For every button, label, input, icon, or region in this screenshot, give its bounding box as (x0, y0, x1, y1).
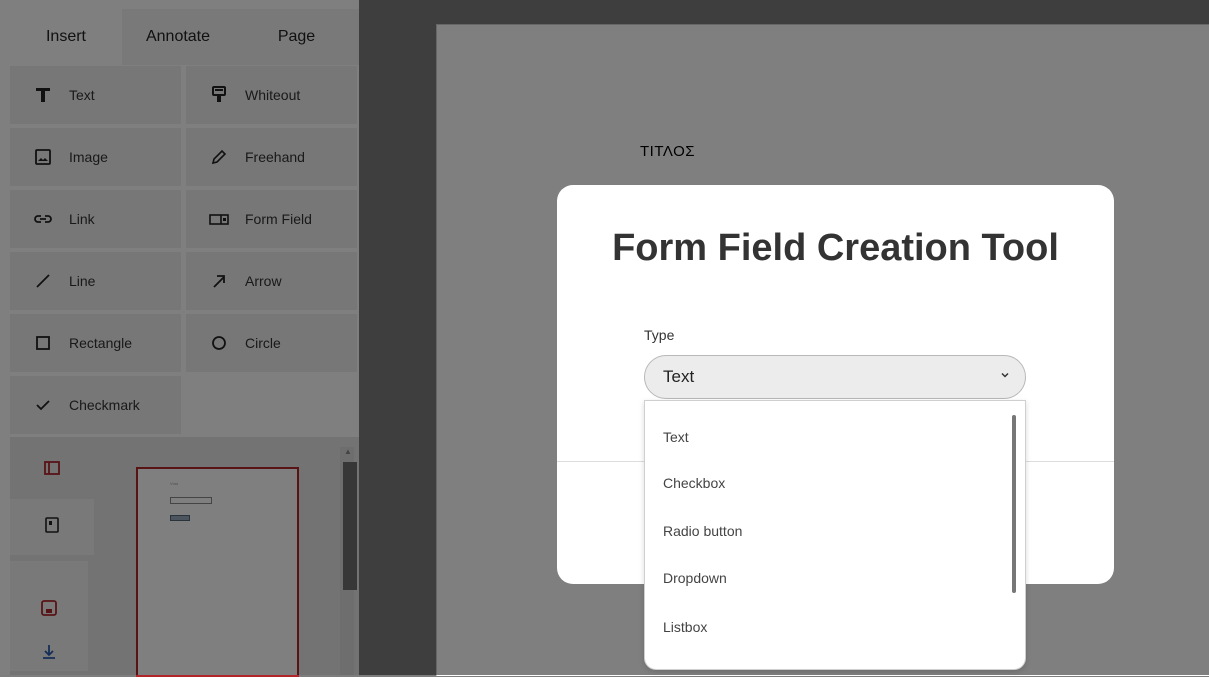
type-dropdown-list: Text Checkbox Radio button Dropdown List… (644, 400, 1026, 670)
option-radio-button[interactable]: Radio button (663, 523, 742, 539)
type-select-value: Text (663, 367, 695, 386)
option-text[interactable]: Text (663, 429, 689, 445)
chevron-down-icon (1001, 372, 1009, 378)
dialog-title: Form Field Creation Tool (612, 227, 1059, 269)
option-dropdown[interactable]: Dropdown (663, 570, 727, 586)
option-listbox[interactable]: Listbox (663, 619, 707, 635)
dropdown-scrollbar[interactable] (1012, 415, 1016, 593)
type-select[interactable]: Text (644, 355, 1026, 399)
type-label: Type (644, 327, 675, 343)
option-checkbox[interactable]: Checkbox (663, 475, 725, 491)
